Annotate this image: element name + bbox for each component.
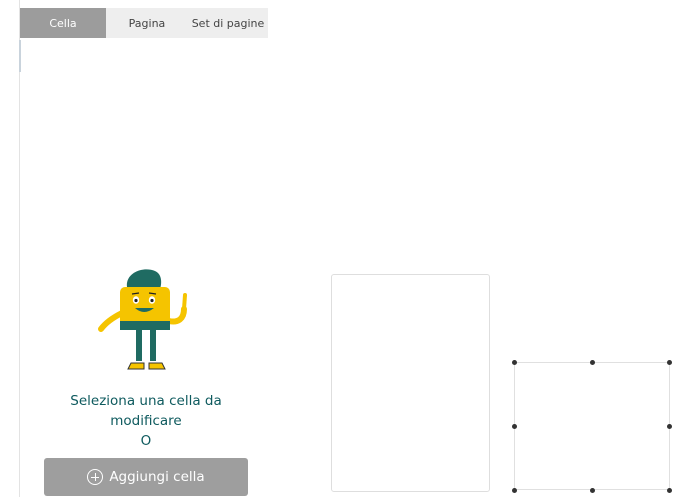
scrollbar-indicator bbox=[19, 40, 21, 72]
resize-handle-bottom-left[interactable] bbox=[512, 488, 517, 493]
resize-handle-bottom[interactable] bbox=[590, 488, 595, 493]
empty-state-line-3: O bbox=[140, 433, 152, 449]
empty-state-line-2: modificare bbox=[110, 413, 182, 429]
page-thumbnail[interactable] bbox=[331, 274, 490, 492]
tab-bar: Cella Pagina Set di pagine bbox=[20, 8, 268, 38]
resize-handle-top-right[interactable] bbox=[667, 360, 672, 365]
add-cell-button[interactable]: Aggiungi cella bbox=[44, 458, 248, 496]
resize-handle-top-left[interactable] bbox=[512, 360, 517, 365]
plus-circle-icon bbox=[87, 469, 104, 485]
mascot-illustration bbox=[98, 269, 187, 370]
empty-state-line-1: Seleziona una cella da bbox=[70, 393, 222, 409]
resize-handle-right[interactable] bbox=[667, 424, 672, 429]
empty-state-message: Seleziona una cella da modificare O bbox=[44, 391, 248, 451]
tab-set-di-pagine[interactable]: Set di pagine bbox=[188, 8, 268, 38]
selected-cell-frame[interactable] bbox=[512, 360, 672, 493]
resize-handle-bottom-right[interactable] bbox=[667, 488, 672, 493]
resize-handle-top[interactable] bbox=[590, 360, 595, 365]
resize-handle-left[interactable] bbox=[512, 424, 517, 429]
left-panel-border bbox=[19, 0, 20, 497]
tab-cella[interactable]: Cella bbox=[20, 8, 106, 38]
tab-pagina[interactable]: Pagina bbox=[106, 8, 188, 38]
add-cell-label: Aggiungi cella bbox=[109, 469, 205, 485]
